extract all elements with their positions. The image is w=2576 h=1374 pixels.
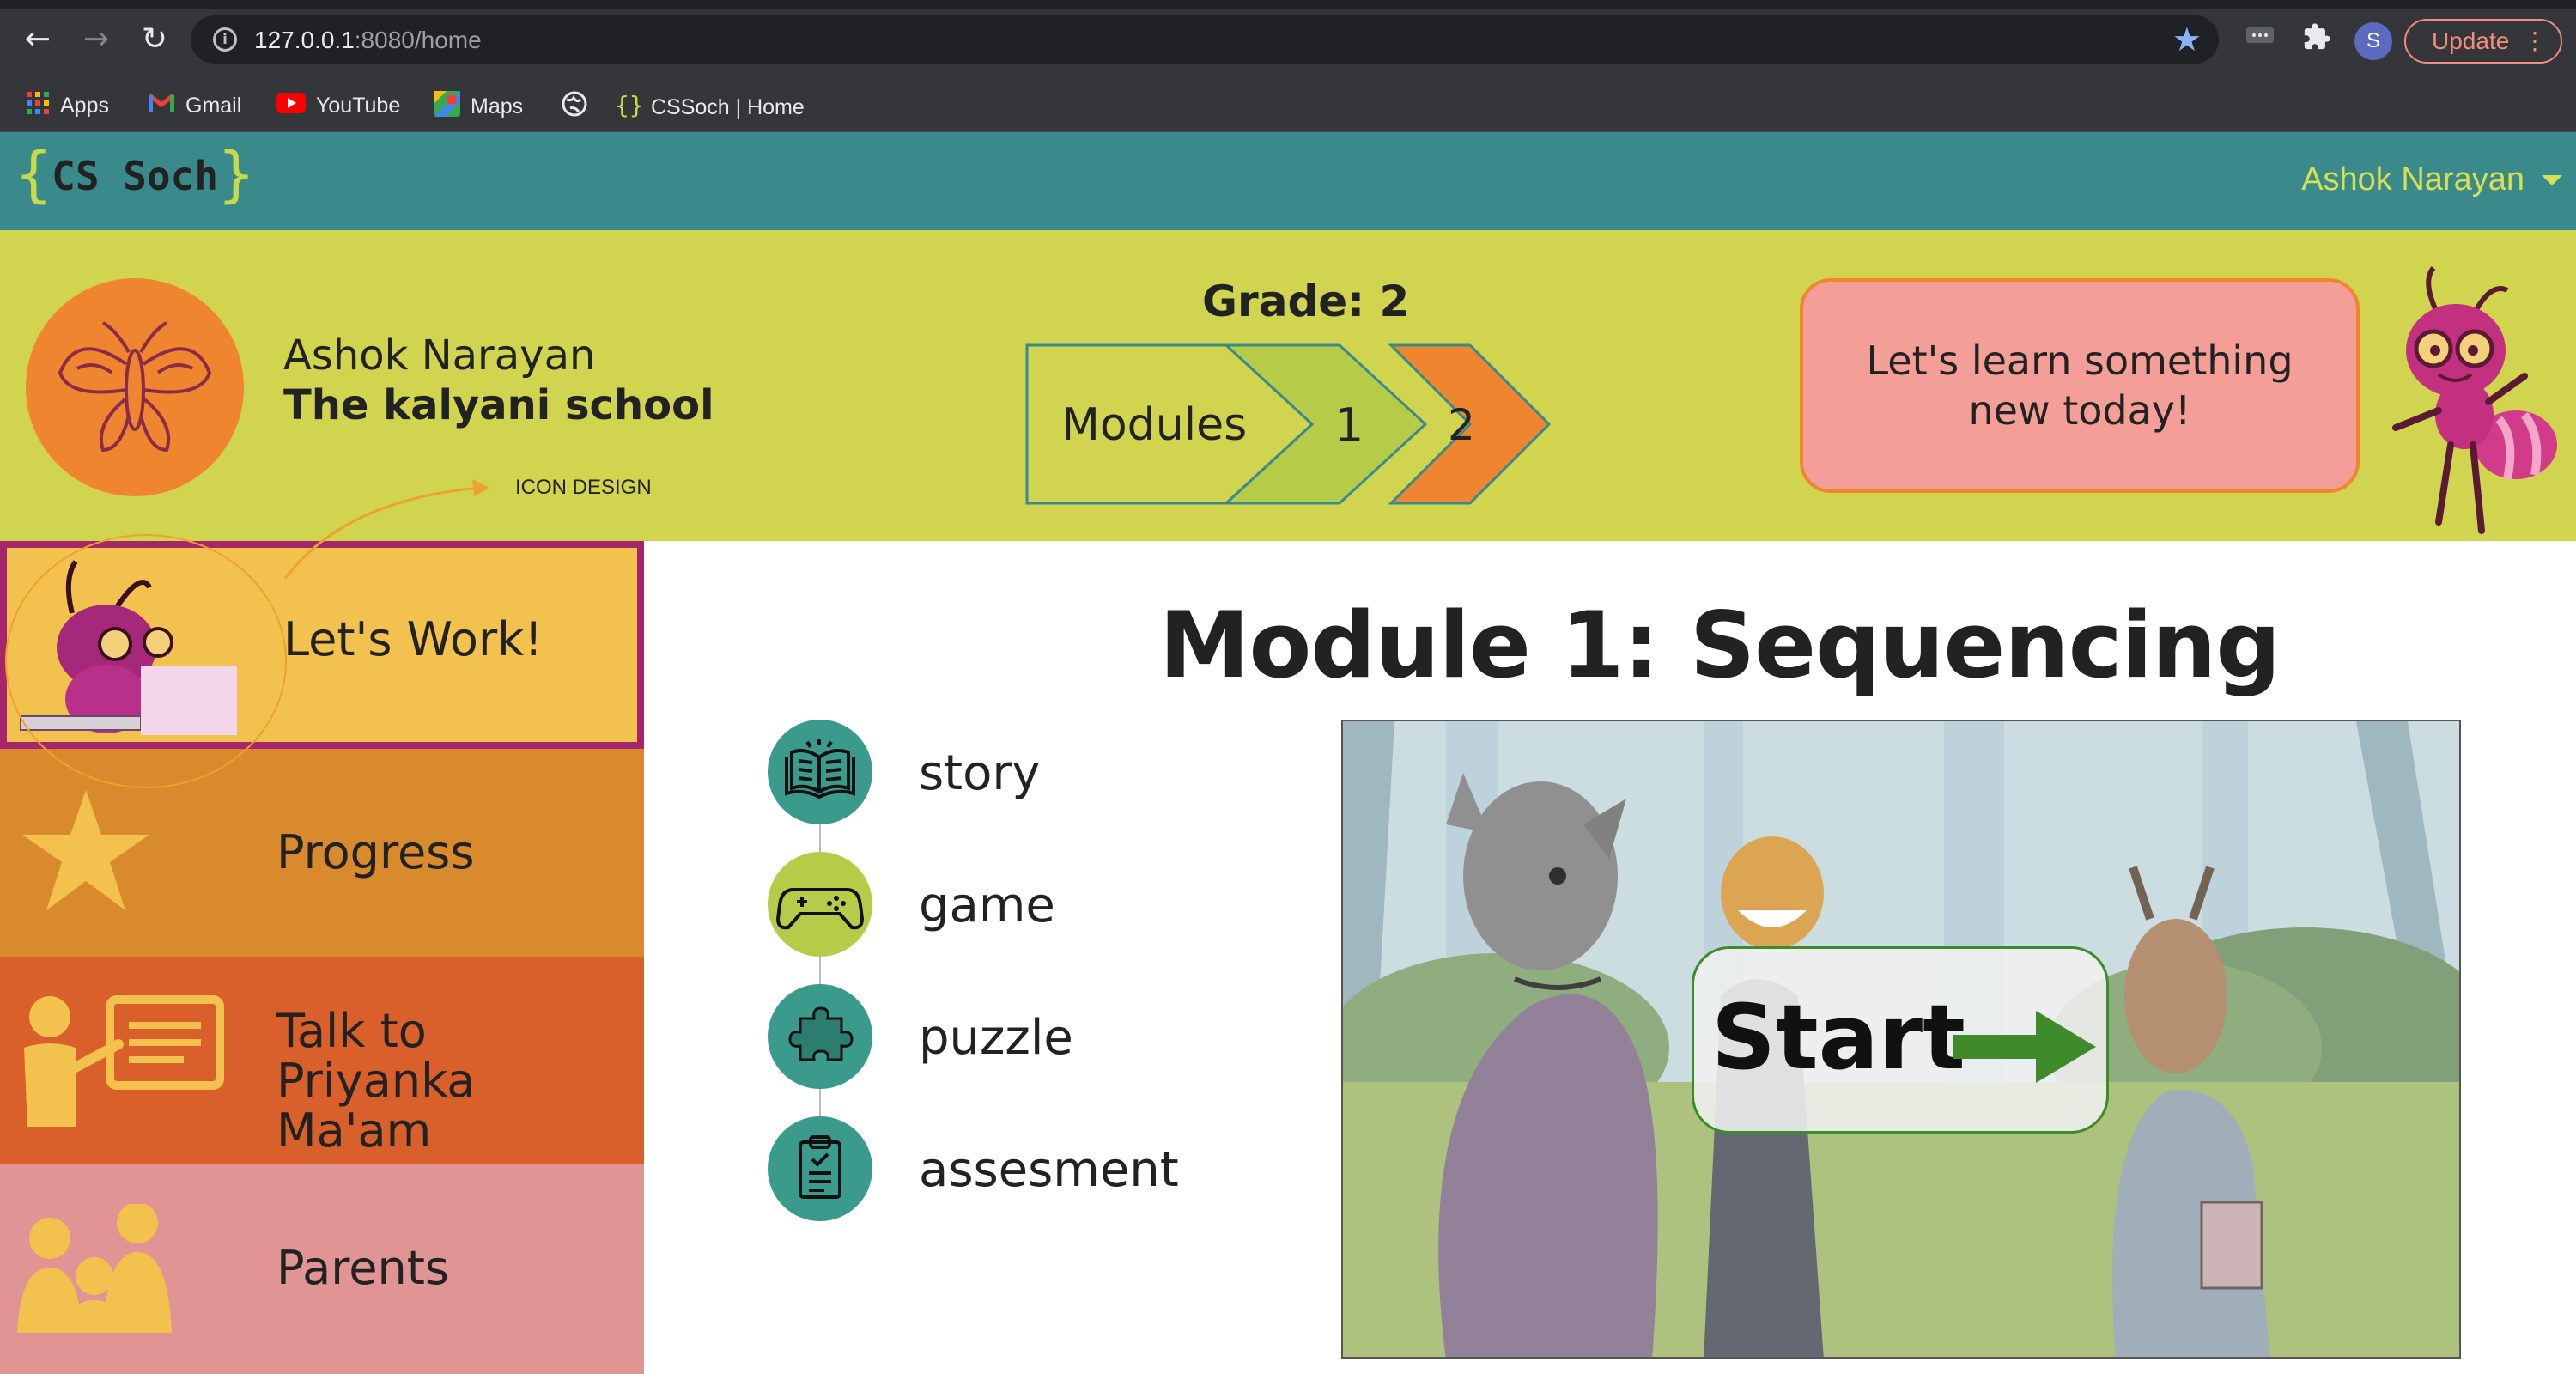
bookmark-label: YouTube	[316, 94, 401, 118]
gamepad-icon[interactable]	[768, 852, 872, 957]
ant-mascot-icon	[2392, 266, 2557, 534]
address-bar[interactable]: i 127.0.0.1:8080/home ★	[191, 15, 2219, 64]
greeting-text: Let's learn something new today!	[1866, 337, 2293, 434]
bookmark-gmail[interactable]: Gmail	[148, 91, 241, 120]
activity-connector-line	[819, 773, 821, 1151]
annotation-circle	[5, 534, 287, 788]
bookmark-globe[interactable]	[562, 91, 598, 120]
cssoch-favicon-icon: {}	[615, 91, 644, 126]
star-icon	[22, 790, 149, 910]
sidebar-label: Progress	[276, 825, 475, 879]
globe-icon	[562, 91, 587, 125]
apps-grid-icon	[26, 91, 50, 123]
arrow-right-icon	[1953, 1011, 2096, 1083]
bookmark-maps[interactable]: Maps	[434, 91, 523, 120]
start-button[interactable]: Start	[1692, 946, 2109, 1134]
activity-game[interactable]: game	[768, 852, 1283, 958]
greeting-bubble: Let's learn something new today!	[1800, 278, 2360, 493]
extension-menu-icon[interactable]	[2243, 22, 2277, 57]
caret-down-icon	[2542, 175, 2562, 185]
bookmark-cssoch[interactable]: {} CSSoch | Home	[615, 91, 805, 120]
school-name: The kalyani school	[283, 381, 714, 429]
bookmark-label: Apps	[60, 94, 109, 119]
sidebar-item-parents[interactable]: Parents	[0, 1164, 644, 1374]
url-path: :8080/home	[354, 27, 482, 53]
maps-icon	[434, 91, 460, 125]
puzzle-extensions-icon[interactable]	[2300, 22, 2334, 57]
icon-design-annotation: ICON DESIGN	[515, 476, 652, 499]
youtube-icon	[276, 92, 306, 122]
url-host: 127.0.0.1	[254, 27, 355, 53]
bookmark-label: CSSoch | Home	[651, 95, 805, 120]
sidebar-item-talk-to-priyanka[interactable]: Talk to Priyanka Ma'am	[0, 957, 644, 1164]
activity-label: game	[919, 878, 1055, 933]
teacher-board-icon	[24, 995, 224, 1127]
sidebar-label: Talk to Priyanka Ma'am	[276, 1004, 476, 1158]
bookmarks-bar: Apps Gmail YouTube Maps {} CSSoch | Home	[0, 79, 2576, 132]
module-2-label: 2	[1448, 400, 1475, 450]
grade-label: Grade: 2	[1202, 277, 1410, 326]
bookmark-apps[interactable]: Apps	[26, 91, 109, 120]
clipboard-icon[interactable]	[768, 1116, 872, 1221]
story-preview-image[interactable]: Start	[1341, 720, 2461, 1359]
modules-label: Modules	[1061, 399, 1247, 451]
bookmark-youtube[interactable]: YouTube	[276, 91, 400, 120]
sidebar-label: Parents	[276, 1241, 449, 1295]
more-vert-icon[interactable]: ⋮	[2523, 21, 2547, 62]
book-icon[interactable]	[768, 720, 872, 824]
app-header: {CS Soch} Ashok Narayan	[0, 132, 2576, 230]
logo-text: CS Soch	[52, 153, 219, 199]
annotation-arrow-icon	[283, 479, 489, 580]
browser-toolbar: ← → ↻ i 127.0.0.1:8080/home ★ S Update ⋮	[0, 0, 2576, 79]
back-arrow-icon[interactable]: ←	[17, 19, 58, 60]
moth-icon	[58, 321, 212, 453]
puzzle-icon[interactable]	[768, 984, 872, 1089]
update-button[interactable]: Update ⋮	[2404, 19, 2562, 64]
reload-icon[interactable]: ↻	[134, 19, 175, 60]
user-menu-dropdown[interactable]: Ashok Narayan	[2301, 161, 2562, 198]
activity-puzzle[interactable]: puzzle	[768, 984, 1283, 1091]
user-menu-name: Ashok Narayan	[2301, 161, 2524, 198]
activity-story[interactable]: story	[768, 720, 1283, 826]
url-text[interactable]: 127.0.0.1:8080/home	[254, 27, 482, 54]
student-name: Ashok Narayan	[283, 331, 596, 380]
bookmark-star-icon[interactable]: ★	[2172, 21, 2202, 58]
svg-text:{}: {}	[615, 91, 641, 119]
activity-label: story	[919, 745, 1041, 801]
site-info-icon[interactable]: i	[213, 27, 237, 52]
modules-breadcrumb: Modules 1 2	[1025, 344, 1552, 505]
activity-assesment[interactable]: assesment	[768, 1116, 1283, 1223]
bookmark-label: Gmail	[185, 94, 242, 118]
tab-strip	[0, 0, 2576, 9]
activity-label: assesment	[919, 1142, 1179, 1198]
bookmark-label: Maps	[471, 94, 524, 119]
sidebar-label: Let's Work!	[283, 612, 544, 666]
activity-label: puzzle	[919, 1010, 1073, 1066]
module-1-label: 1	[1334, 398, 1364, 453]
profile-avatar[interactable]: S	[2354, 22, 2392, 60]
start-label: Start	[1711, 985, 1965, 1090]
student-avatar	[26, 278, 244, 496]
update-label: Update	[2432, 27, 2510, 54]
cs-soch-logo[interactable]: {CS Soch}	[15, 139, 254, 210]
forward-arrow-icon[interactable]: →	[76, 19, 117, 60]
module-title: Module 1: Sequencing	[1159, 593, 2281, 698]
gmail-icon	[148, 92, 175, 122]
family-icon	[17, 1204, 172, 1333]
